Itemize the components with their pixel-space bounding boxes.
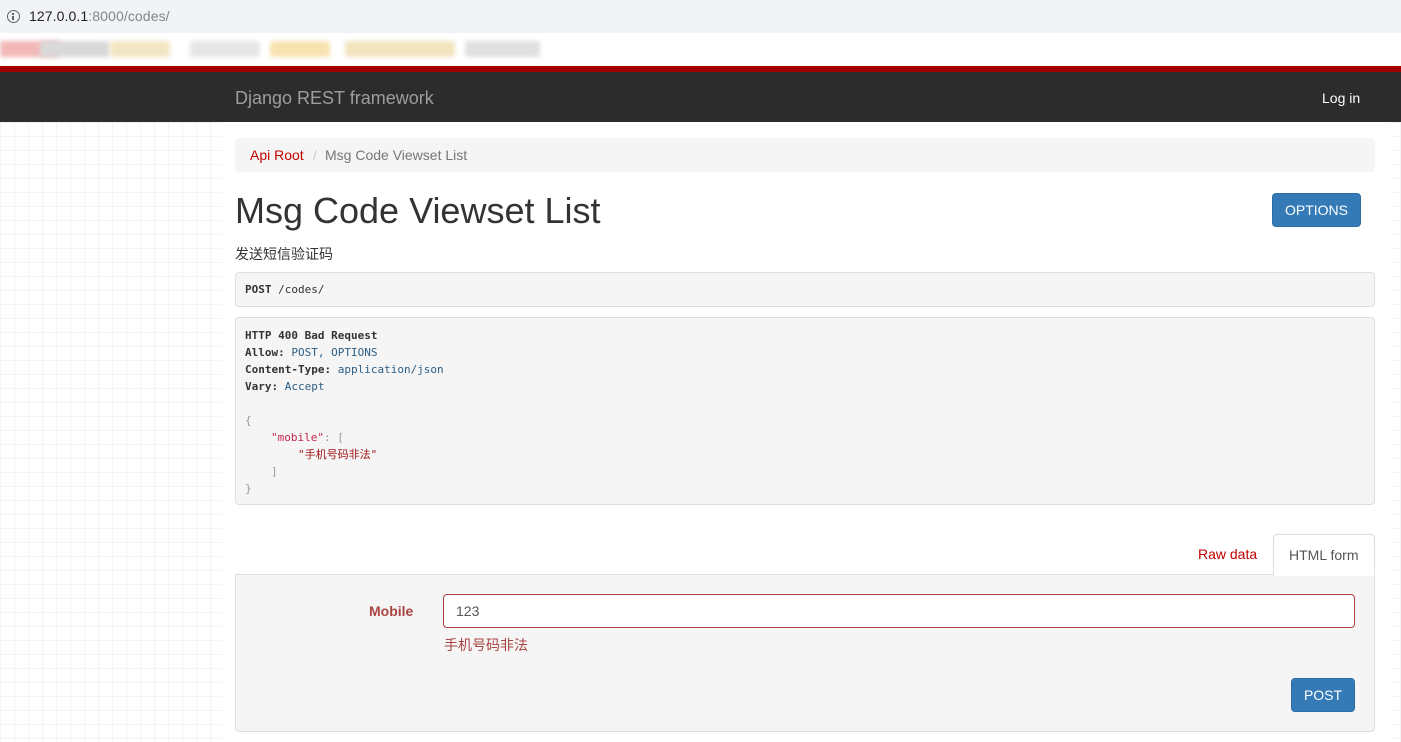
request-method: POST <box>245 283 272 296</box>
page-description: 发送短信验证码 <box>235 246 333 262</box>
header-value: POST, OPTIONS <box>291 346 378 359</box>
tab-html-form[interactable]: HTML form <box>1273 534 1375 576</box>
mobile-label: Mobile <box>369 603 414 619</box>
request-path: /codes/ <box>278 283 325 296</box>
breadcrumb-separator: / <box>313 147 317 163</box>
blurred-bookmark <box>345 41 455 57</box>
header-name: Vary: <box>245 380 279 393</box>
blurred-bookmark <box>190 41 260 57</box>
header-value: Accept <box>284 380 325 393</box>
blurred-bookmark <box>110 41 170 57</box>
breadcrumb: Api Root / Msg Code Viewset List <box>235 138 1375 172</box>
brand-link[interactable]: Django REST framework <box>235 88 434 109</box>
breadcrumb-api-root[interactable]: Api Root <box>250 147 304 163</box>
header-name: Allow: <box>245 346 285 359</box>
blurred-bookmark <box>270 41 330 57</box>
response-info: HTTP 400 Bad Request Allow: POST, OPTION… <box>235 317 1375 505</box>
breadcrumb-current: Msg Code Viewset List <box>325 147 468 163</box>
json-open-brace: { <box>245 414 252 427</box>
mobile-error: 手机号码非法 <box>444 637 528 653</box>
json-close-bracket: ] <box>271 465 278 478</box>
tab-html-form-label: HTML form <box>1289 547 1359 563</box>
url-field[interactable]: 127.0.0.1:8000/codes/ <box>29 8 170 24</box>
url-host: 127.0.0.1 <box>29 8 89 24</box>
header-value: application/json <box>337 363 444 376</box>
response-status: HTTP 400 Bad Request <box>245 329 378 342</box>
request-info: POST /codes/ <box>235 272 1375 307</box>
browser-address-bar[interactable]: 127.0.0.1:8000/codes/ <box>0 0 1401 33</box>
json-key: "mobile" <box>271 431 324 444</box>
header-name: Content-Type: <box>245 363 332 376</box>
json-error-message: "手机号码非法" <box>298 448 378 461</box>
page-title: Msg Code Viewset List <box>235 190 601 231</box>
blurred-bookmark <box>465 41 540 57</box>
bookmarks-bar <box>0 33 1401 67</box>
mobile-input[interactable] <box>443 594 1355 628</box>
url-path: :8000/codes/ <box>88 8 170 24</box>
login-link[interactable]: Log in <box>1322 90 1360 106</box>
post-button[interactable]: POST <box>1291 678 1355 712</box>
tab-raw-data[interactable]: Raw data <box>1198 546 1257 562</box>
options-button[interactable]: OPTIONS <box>1272 193 1361 227</box>
json-colon-bracket: : [ <box>323 431 344 444</box>
json-close-brace: } <box>245 482 252 495</box>
site-info-icon[interactable] <box>7 10 20 23</box>
navbar: Django REST framework Log in <box>0 72 1401 122</box>
blurred-bookmark <box>40 41 110 57</box>
